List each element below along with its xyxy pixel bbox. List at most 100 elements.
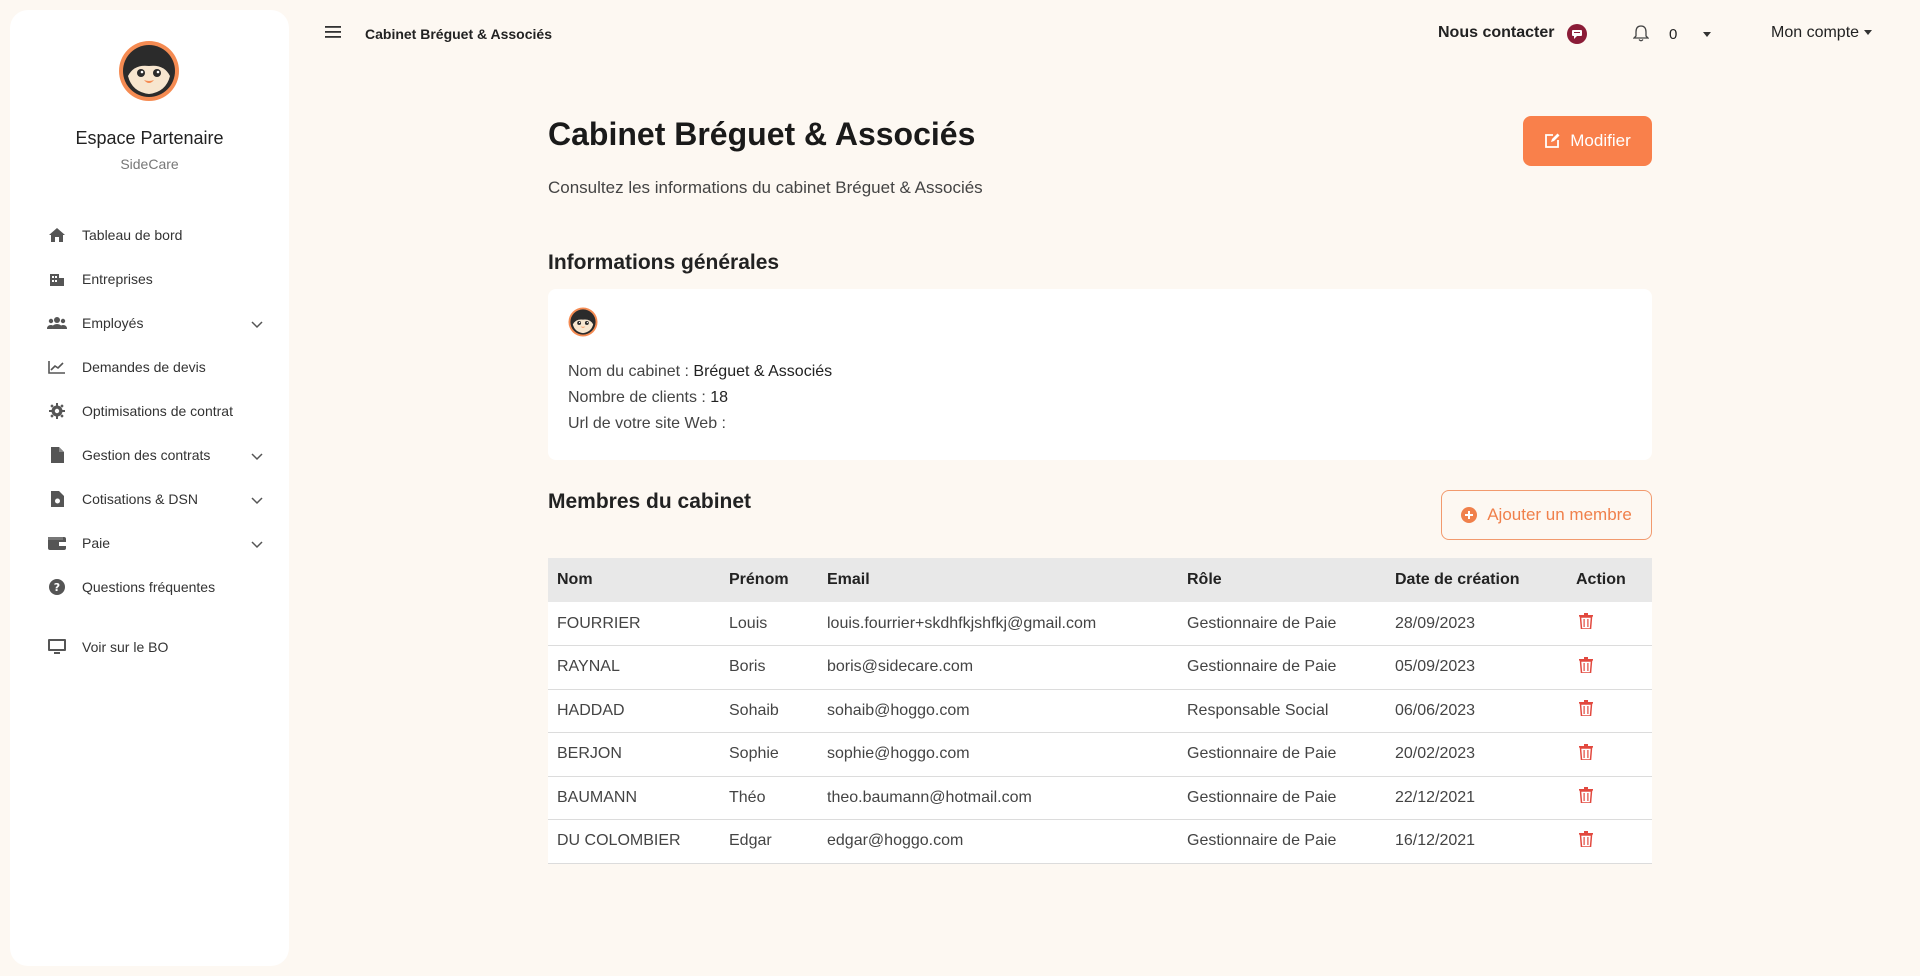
partner-logo — [118, 40, 180, 102]
sidebar-item-label: Employés — [82, 315, 144, 331]
question-circle-icon: ? — [47, 578, 67, 596]
sidebar-item-label: Questions fréquentes — [82, 579, 216, 595]
sidebar-item-label: Demandes de devis — [82, 359, 206, 375]
table-row: HADDAD Sohaib sohaib@hoggo.com Responsab… — [548, 689, 1652, 733]
page-subtitle: Consultez les informations du cabinet Br… — [548, 178, 983, 197]
cell-role: Gestionnaire de Paie — [1178, 645, 1386, 690]
website-url-label: Url de votre site Web : — [568, 415, 726, 432]
table-row: BAUMANN Théo theo.baumann@hotmail.com Ge… — [548, 776, 1652, 820]
building-icon — [47, 270, 67, 288]
table-row: RAYNAL Boris boris@sidecare.com Gestionn… — [548, 645, 1652, 690]
home-icon — [47, 226, 67, 244]
trash-icon[interactable] — [1579, 656, 1593, 673]
table-header-row: Nom Prénom Email Rôle Date de création A… — [548, 558, 1652, 602]
sidebar: Espace Partenaire SideCare Tableau de bo… — [10, 10, 289, 966]
account-label: Mon compte — [1771, 24, 1860, 41]
sidebar-item-paie[interactable]: Paie — [10, 521, 289, 565]
sidebar-item-label: Paie — [82, 535, 111, 551]
account-menu[interactable]: Mon compte — [1771, 24, 1873, 42]
column-header-role[interactable]: Rôle — [1178, 558, 1386, 602]
cabinet-logo — [568, 307, 598, 337]
topbar: Cabinet Bréguet & Associés Nous contacte… — [289, 0, 1920, 68]
file-icon — [47, 446, 67, 464]
website-url-row: Url de votre site Web : — [568, 415, 726, 433]
cell-email: theo.baumann@hotmail.com — [818, 776, 1178, 820]
column-header-date[interactable]: Date de création — [1386, 558, 1567, 602]
trash-icon[interactable] — [1579, 700, 1593, 717]
cell-nom: HADDAD — [548, 689, 720, 733]
column-header-action: Action — [1567, 558, 1652, 602]
sidebar-item-employes[interactable]: Employés — [10, 301, 289, 345]
bell-icon[interactable] — [1632, 24, 1650, 42]
plus-circle-icon — [1461, 507, 1478, 523]
cell-date: 28/09/2023 — [1386, 602, 1567, 646]
cell-action — [1567, 645, 1652, 690]
sidebar-item-demandes-de-devis[interactable]: Demandes de devis — [10, 345, 289, 389]
chevron-down-icon — [251, 492, 263, 510]
sidebar-item-tableau-de-bord[interactable]: Tableau de bord — [10, 213, 289, 257]
sidebar-item-questions-frequentes[interactable]: ? Questions fréquentes — [10, 565, 289, 609]
add-member-button[interactable]: Ajouter un membre — [1441, 490, 1652, 540]
sidebar-item-cotisations-dsn[interactable]: Cotisations & DSN — [10, 477, 289, 521]
sidebar-item-label: Gestion des contrats — [82, 447, 211, 463]
trash-icon[interactable] — [1579, 787, 1593, 804]
column-header-prenom[interactable]: Prénom — [720, 558, 818, 602]
chart-line-icon — [47, 358, 67, 376]
cell-action — [1567, 819, 1652, 864]
chat-icon[interactable] — [1567, 24, 1587, 44]
cell-email: louis.fourrier+skdhfkjshfkj@gmail.com — [818, 602, 1178, 646]
general-info-card: Nom du cabinet : Bréguet & Associés Nomb… — [548, 289, 1652, 460]
cabinet-name-row: Nom du cabinet : Bréguet & Associés — [568, 363, 832, 381]
sidebar-item-label: Optimisations de contrat — [82, 403, 233, 419]
cell-nom: DU COLOMBIER — [548, 819, 720, 864]
users-icon — [47, 314, 67, 332]
table-row: BERJON Sophie sophie@hoggo.com Gestionna… — [548, 732, 1652, 777]
sidebar-item-optimisations-de-contrat[interactable]: Optimisations de contrat — [10, 389, 289, 433]
cell-role: Gestionnaire de Paie — [1178, 776, 1386, 820]
sidebar-item-entreprises[interactable]: Entreprises — [10, 257, 289, 301]
general-info-title: Informations générales — [548, 251, 780, 274]
cell-prenom: Edgar — [720, 819, 818, 864]
caret-down-icon — [1864, 30, 1873, 36]
sidebar-item-voir-sur-le-bo[interactable]: Voir sur le BO — [10, 625, 289, 669]
wallet-icon — [47, 534, 67, 552]
cell-prenom: Théo — [720, 776, 818, 820]
cell-role: Gestionnaire de Paie — [1178, 732, 1386, 777]
cell-prenom: Louis — [720, 602, 818, 646]
cabinet-name-value: Bréguet & Associés — [693, 363, 833, 380]
cell-date: 16/12/2021 — [1386, 819, 1567, 864]
table-row: FOURRIER Louis louis.fourrier+skdhfkjshf… — [548, 602, 1652, 646]
cell-action — [1567, 776, 1652, 820]
edit-button[interactable]: Modifier — [1523, 116, 1652, 166]
sidebar-nav: Tableau de bord Entreprises Employés Dem… — [10, 213, 289, 669]
sidebar-item-label: Voir sur le BO — [82, 639, 169, 655]
notifications-caret-icon[interactable] — [1703, 32, 1711, 37]
column-header-nom[interactable]: Nom — [548, 558, 720, 602]
breadcrumb: Cabinet Bréguet & Associés — [365, 26, 552, 42]
chevron-down-icon — [251, 316, 263, 334]
cell-email: sophie@hoggo.com — [818, 732, 1178, 777]
cabinet-name-label: Nom du cabinet : — [568, 363, 694, 380]
column-header-email[interactable]: Email — [818, 558, 1178, 602]
cell-email: sohaib@hoggo.com — [818, 689, 1178, 733]
cell-prenom: Boris — [720, 645, 818, 690]
cell-nom: RAYNAL — [548, 645, 720, 690]
hamburger-menu-icon[interactable] — [325, 25, 341, 43]
gear-icon — [47, 402, 67, 420]
cell-role: Responsable Social — [1178, 689, 1386, 733]
svg-text:?: ? — [54, 581, 60, 594]
trash-icon[interactable] — [1579, 743, 1593, 760]
clients-count-value: 18 — [710, 389, 729, 406]
chevron-down-icon — [251, 448, 263, 466]
cell-action — [1567, 732, 1652, 777]
cell-email: edgar@hoggo.com — [818, 819, 1178, 864]
trash-icon[interactable] — [1579, 613, 1593, 629]
edit-button-label: Modifier — [1570, 131, 1631, 150]
cell-role: Gestionnaire de Paie — [1178, 602, 1386, 646]
contact-link[interactable]: Nous contacter — [1438, 24, 1554, 42]
chevron-down-icon — [251, 536, 263, 554]
cell-nom: BERJON — [548, 732, 720, 777]
members-title: Membres du cabinet — [548, 490, 752, 513]
trash-icon[interactable] — [1579, 830, 1593, 847]
sidebar-item-gestion-des-contrats[interactable]: Gestion des contrats — [10, 433, 289, 477]
